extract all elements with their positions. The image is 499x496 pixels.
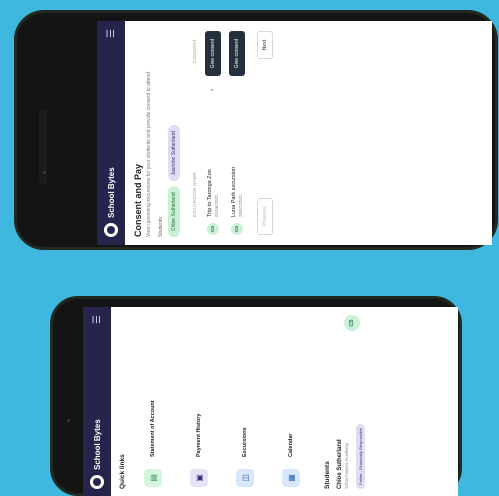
excursion-name: Luna Park excursion (230, 166, 237, 217)
student-avatar: CS (230, 223, 243, 235)
pagination: Previous Next (256, 29, 273, 237)
give-consent-button[interactable]: Give consent (204, 31, 221, 77)
quick-link-label: Calendar (288, 433, 294, 457)
excursion-name: Trip to Taronga Zoo (206, 169, 213, 217)
students-title: Students (324, 461, 331, 489)
quick-link-label: Excursions (242, 427, 248, 457)
student-school: School Bytes Academy (344, 442, 349, 489)
quick-link-label: Payment History (196, 413, 202, 457)
consent-screen: School Bytes ☰ Consent and Pay View upco… (97, 21, 492, 245)
column-consent: CONSENT (191, 39, 197, 64)
table-header: EXCURSION NAME CONSENT (192, 29, 197, 237)
hamburger-icon[interactable]: ☰ (92, 315, 103, 324)
next-button[interactable]: Next (256, 31, 273, 60)
quick-link-label: Statement of Account (150, 400, 156, 457)
school-bytes-logo-icon (104, 223, 118, 237)
brand-name: School Bytes (92, 419, 102, 470)
book-icon: ▣ (190, 469, 208, 487)
chevron-right-icon[interactable]: › (209, 83, 216, 97)
student-avatar: CS (206, 223, 219, 235)
previous-button[interactable]: Previous (256, 197, 273, 235)
camera-dot (67, 419, 70, 422)
students-label: Students: (157, 215, 164, 237)
student-card[interactable]: Chloe Sutherland School Bytes Academy Fa… (333, 307, 371, 496)
excursion-date: 26/07/2022 (237, 194, 243, 217)
student-avatar: CS (344, 315, 360, 331)
bus-icon: ◫ (236, 469, 254, 487)
quick-link-payment-history[interactable]: ▣ Payment History (178, 317, 220, 487)
app-bar: School Bytes ☰ (97, 21, 125, 245)
excursion-date: 01/06/2022 (213, 194, 219, 217)
document-icon: ▤ (144, 469, 162, 487)
calendar-icon: ▦ (282, 469, 300, 487)
home-screen: School Bytes ☰ Quick links ▤ Statement o… (83, 307, 458, 496)
page-title: Consent and Pay (133, 163, 143, 237)
quick-links-title: Quick links (119, 454, 126, 489)
table-row: CS Luna Park excursion 26/07/2022 Give c… (228, 29, 245, 237)
school-bytes-logo-icon (90, 475, 104, 489)
column-excursion-name: EXCURSION NAME (191, 171, 197, 217)
give-consent-button[interactable]: Give consent (228, 31, 245, 77)
quick-link-excursions[interactable]: ◫ Excursions (224, 317, 266, 487)
student-chip-jasmine[interactable]: Jasmine Sutherland (167, 125, 180, 182)
quick-link-statement[interactable]: ▤ Statement of Account (132, 317, 174, 487)
role-badge: Father - Financially Responsible (356, 423, 365, 489)
quick-link-calendar[interactable]: ▦ Calendar (270, 317, 312, 487)
table-row: CS Trip to Taronga Zoo 01/06/2022 › Give… (204, 29, 221, 237)
hamburger-icon[interactable]: ☰ (106, 29, 117, 38)
page-description: View upcoming excursions for your studen… (146, 70, 152, 237)
student-name: Chloe Sutherland (337, 439, 343, 489)
camera-dot (43, 171, 46, 174)
phone-bottom: School Bytes ☰ Quick links ▤ Statement o… (50, 296, 462, 496)
student-chip-chloe[interactable]: Chloe Sutherland (167, 186, 180, 237)
phone-top: School Bytes ☰ Consent and Pay View upco… (14, 10, 498, 250)
brand-name: School Bytes (106, 167, 116, 218)
app-bar: School Bytes ☰ (83, 307, 111, 496)
